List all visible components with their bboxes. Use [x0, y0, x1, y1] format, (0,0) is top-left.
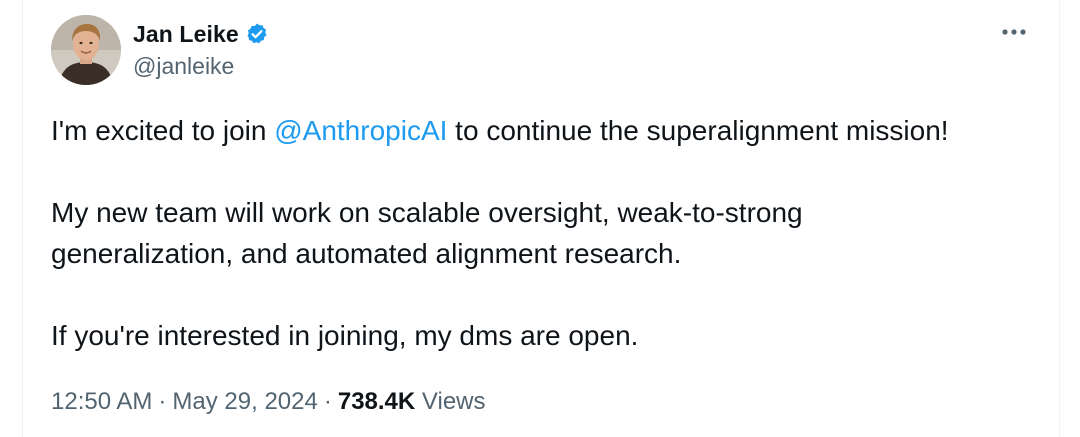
author-name-row: Jan Leike — [133, 17, 269, 51]
avatar-image — [51, 15, 121, 85]
author-handle[interactable]: @janleike — [133, 53, 234, 80]
tweet-paragraph-1: I'm excited to join @AnthropicAI to cont… — [51, 110, 1046, 151]
meta-separator: · — [323, 388, 332, 415]
tweet-text-segment: I'm excited to join — [51, 115, 275, 146]
tweet-text: I'm excited to join @AnthropicAI to cont… — [51, 110, 1046, 356]
verified-badge-icon — [245, 22, 269, 46]
tweet-text-line: generalization, and automated alignment … — [51, 238, 682, 269]
tweet-text-line: My new team will work on scalable oversi… — [51, 197, 803, 228]
meta-separator: · — [158, 388, 167, 415]
tweet-meta: 12:50 AM · May 29, 2024 · 738.4K Views — [51, 388, 486, 416]
more-dots-icon — [1002, 29, 1026, 35]
more-options-button[interactable] — [999, 20, 1029, 44]
tweet-card: Jan Leike @janleike I'm excited to join … — [22, 0, 1060, 437]
mention-link[interactable]: @AnthropicAI — [274, 115, 447, 146]
views-label: Views — [421, 388, 486, 415]
avatar[interactable] — [51, 15, 121, 85]
tweet-date[interactable]: May 29, 2024 — [172, 388, 317, 415]
tweet-paragraph-3: If you're interested in joining, my dms … — [51, 320, 639, 351]
tweet-time[interactable]: 12:50 AM — [51, 388, 152, 415]
tweet-text-segment: to continue the superalignment mission! — [447, 115, 949, 146]
display-name[interactable]: Jan Leike — [133, 21, 239, 48]
views-count: 738.4K — [337, 388, 416, 415]
tweet-paragraph-2: My new team will work on scalable oversi… — [51, 192, 1046, 274]
